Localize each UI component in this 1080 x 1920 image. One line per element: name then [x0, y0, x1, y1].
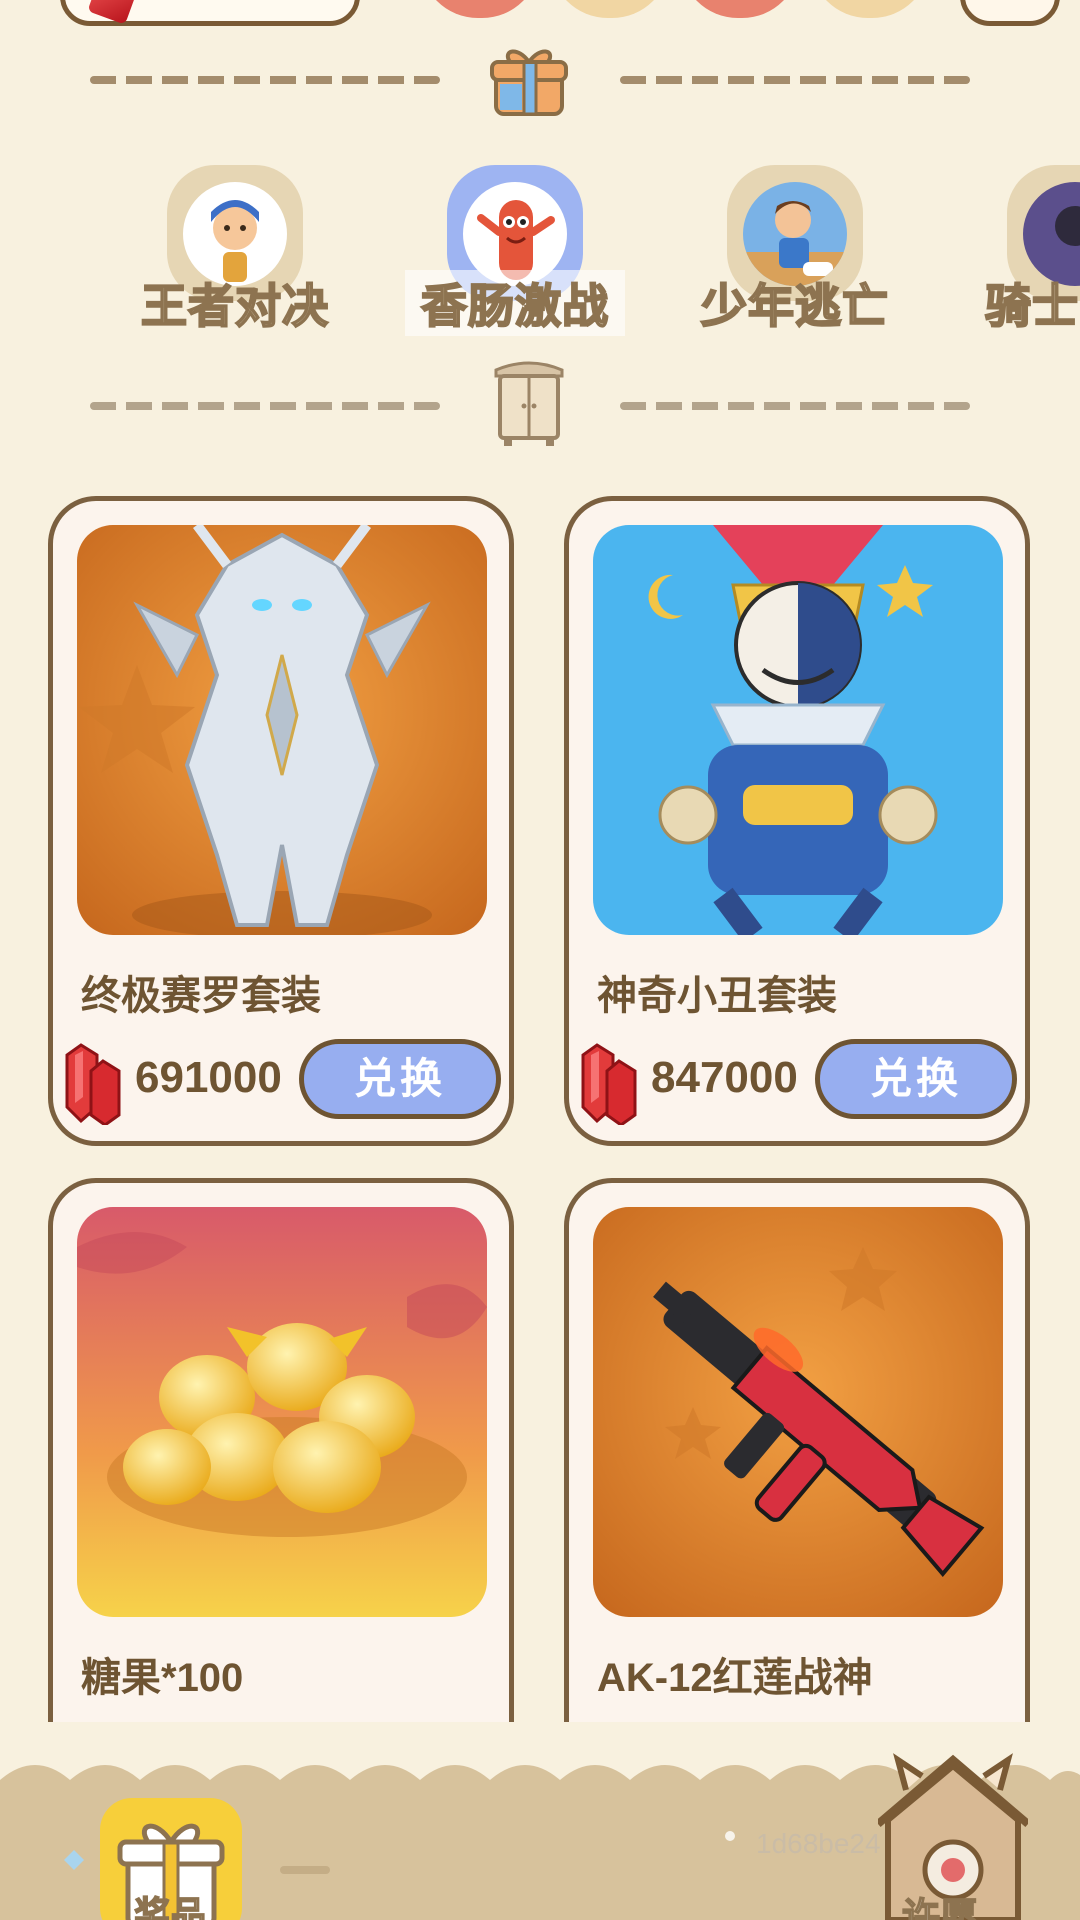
product-image	[593, 525, 1003, 935]
gem-balance-pill[interactable]	[60, 0, 360, 26]
watermark-text: 1d68be24	[756, 1828, 881, 1859]
wardrobe-divider	[0, 356, 1080, 456]
gift-divider	[0, 30, 1080, 130]
game-item-partial[interactable]: 战	[0, 160, 50, 340]
product-name: 终极赛罗套装	[81, 974, 321, 1018]
nav-prize-label: 奖品	[133, 1893, 207, 1920]
product-card-1[interactable]: 神奇小丑套装 847000 兑换	[564, 496, 1030, 1146]
gift-icon	[490, 49, 568, 116]
dashed-line	[620, 76, 970, 84]
game-carousel[interactable]: 战 王者对决	[0, 160, 1080, 340]
top-tab-3[interactable]	[680, 0, 800, 18]
product-price: 847000	[651, 1053, 798, 1102]
bottom-nav: 奖品 1d68be24 许愿	[0, 1720, 1080, 1920]
game-item-0[interactable]: 王者对决	[125, 160, 345, 340]
top-tab-4[interactable]	[810, 0, 930, 18]
game-label: 王者对决	[140, 279, 329, 333]
product-price: 691000	[135, 1053, 282, 1102]
product-name: 神奇小丑套装	[597, 974, 837, 1018]
game-item-2[interactable]: 少年逃亡	[685, 160, 905, 340]
product-image	[77, 525, 487, 935]
product-card-0[interactable]: 终极赛罗套装 691000 兑换	[48, 496, 514, 1146]
game-label: 骑士	[984, 279, 1079, 333]
settings-button[interactable]	[960, 0, 1060, 26]
wardrobe-icon	[494, 361, 564, 446]
dashed-line	[90, 402, 440, 410]
product-name: AK-12红莲战神	[597, 1656, 873, 1700]
game-label: 香肠激战	[405, 270, 625, 336]
exchange-page: 战 王者对决	[0, 0, 1080, 1920]
game-item-1[interactable]: 香肠激战	[405, 160, 625, 340]
ruby-gem-icon	[65, 1043, 121, 1125]
gem-icon	[87, 0, 139, 25]
product-card-2[interactable]: 糖果*100	[48, 1178, 514, 1722]
game-label: 少年逃亡	[700, 279, 889, 333]
dashed-line	[90, 76, 440, 84]
game-label: 战	[0, 270, 50, 336]
top-tab-1[interactable]	[420, 0, 540, 18]
product-image	[77, 1207, 487, 1617]
top-tab-2[interactable]	[550, 0, 670, 18]
ruby-gem-icon	[581, 1043, 637, 1125]
top-bar	[0, 0, 1080, 30]
nav-wish-label: 许愿	[901, 1896, 979, 1920]
game-item-3[interactable]: 骑士	[965, 160, 1080, 340]
product-name: 糖果*100	[81, 1656, 244, 1700]
product-card-3[interactable]: AK-12红莲战神	[564, 1178, 1030, 1722]
dashed-line	[620, 402, 970, 410]
redeem-button[interactable]: 兑换	[815, 1039, 1017, 1119]
redeem-button[interactable]: 兑换	[299, 1039, 501, 1119]
product-image	[593, 1207, 1003, 1617]
